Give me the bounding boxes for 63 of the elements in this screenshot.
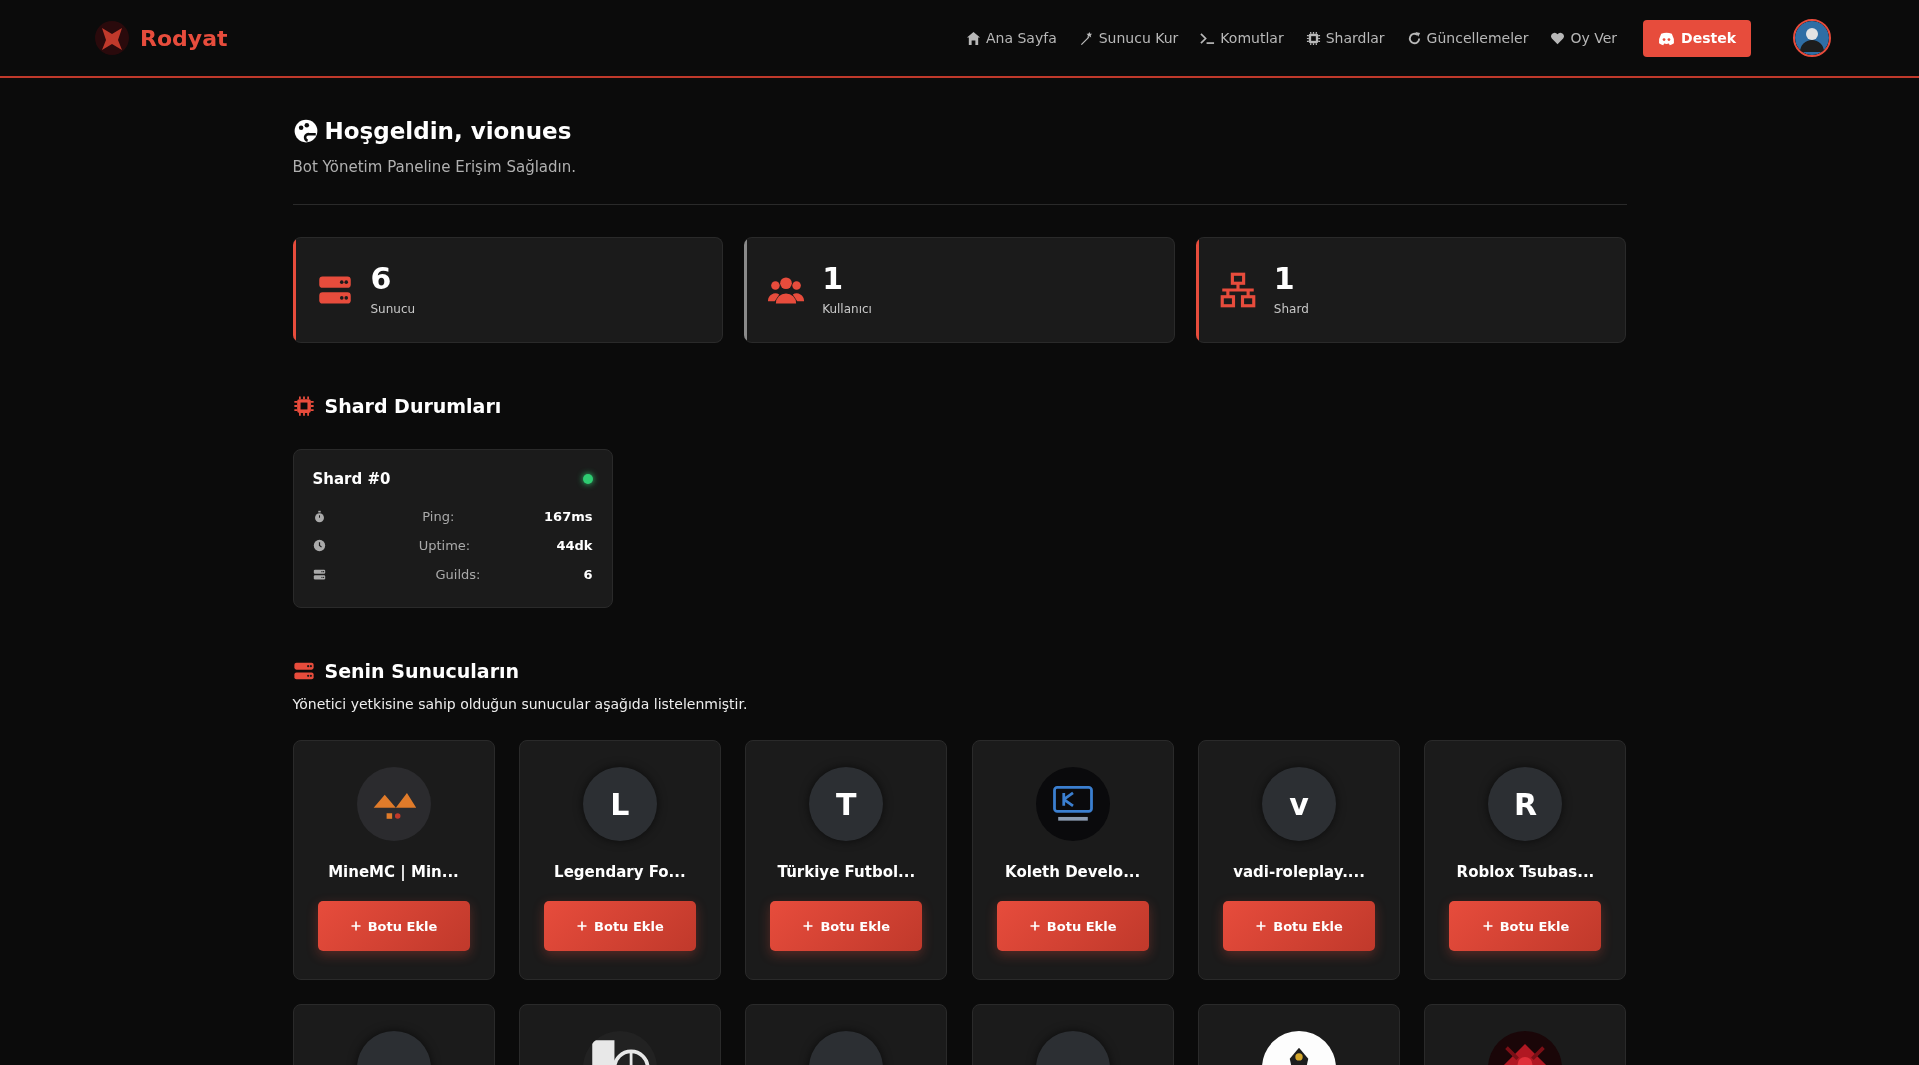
- plus-icon: [576, 920, 589, 932]
- plus-icon: [802, 920, 815, 932]
- add-bot-button[interactable]: Botu Ekle: [770, 901, 923, 951]
- stat-label: Guilds:: [434, 567, 482, 582]
- refresh-icon: [1406, 30, 1422, 46]
- stat-value: 1: [1273, 264, 1296, 294]
- stat-label: Sunucu: [370, 302, 416, 316]
- nav-link[interactable]: Güncellemeler: [1406, 30, 1529, 46]
- server-avatar: v: [1262, 767, 1337, 841]
- network-icon: [1219, 272, 1256, 308]
- server-icon: [292, 660, 315, 682]
- plus-icon: [1255, 920, 1268, 932]
- heart-icon: [1550, 30, 1566, 46]
- stat-label: Shard: [1273, 302, 1309, 316]
- section-description: Yönetici yetkisine sahip olduğun sunucular aşağıda listelenmiştir.: [292, 696, 749, 712]
- stat-label: Kullanıcı: [822, 302, 872, 316]
- nav-link[interactable]: Oy Ver: [1550, 30, 1618, 46]
- welcome-title: Hoşgeldin, vionues: [324, 118, 572, 144]
- brand-name[interactable]: Rodyat: [140, 25, 228, 51]
- section-title: Shard Durumları: [324, 395, 502, 417]
- plus-icon: [1028, 920, 1041, 932]
- home-icon: [965, 30, 981, 46]
- clock-icon: [312, 539, 326, 552]
- server-avatar: R: [1488, 767, 1563, 841]
- stat-value: 1: [822, 264, 845, 294]
- stat-value: 6: [370, 264, 393, 294]
- server-name: Roblox Tsubas...: [1456, 863, 1595, 881]
- add-bot-button[interactable]: Botu Ekle: [1223, 901, 1376, 951]
- server-avatar: L: [582, 767, 657, 841]
- nav-link[interactable]: Sunucu Kur: [1078, 30, 1179, 46]
- terminal-icon: [1200, 30, 1216, 46]
- avatar-icon[interactable]: [1793, 19, 1831, 57]
- add-bot-button[interactable]: Botu Ekle: [317, 901, 470, 951]
- nav-link[interactable]: Ana Sayfa: [965, 30, 1057, 46]
- nav-link[interactable]: Komutlar: [1200, 30, 1284, 46]
- plus-icon: [349, 920, 362, 932]
- server-icon: [312, 568, 326, 581]
- stat-label: Ping:: [421, 509, 456, 524]
- add-bot-button[interactable]: Botu Ekle: [543, 901, 696, 951]
- stat-value: 6: [583, 567, 593, 582]
- stopwatch-icon: [312, 510, 326, 523]
- nav-link[interactable]: Shardlar: [1305, 30, 1385, 46]
- add-bot-button[interactable]: Botu Ekle: [996, 901, 1149, 951]
- stat-value: 44dk: [556, 538, 593, 553]
- server-name: Legendary Fo...: [554, 863, 686, 881]
- magic-wand-icon: [1078, 30, 1094, 46]
- shard-name: Shard #0: [312, 470, 391, 488]
- chip-icon: [1305, 30, 1321, 46]
- stat-value: 167ms: [544, 509, 593, 524]
- stat-label: Uptime:: [417, 538, 472, 553]
- server-name: MineMC | Min...: [328, 863, 459, 881]
- server-name: Türkiye Futbol...: [777, 863, 916, 881]
- plus-icon: [1481, 920, 1494, 932]
- support-button[interactable]: Destek: [1643, 19, 1751, 57]
- add-bot-button[interactable]: Botu Ekle: [1449, 901, 1602, 951]
- logo-icon: [94, 20, 130, 56]
- welcome-subtitle: Bot Yönetim Paneline Erişim Sağladın.: [292, 158, 577, 176]
- server-name: Koleth Develo...: [1005, 863, 1141, 881]
- palette-icon: [292, 118, 319, 144]
- server-avatar: T: [809, 767, 884, 841]
- server-name: vadi-roleplay....: [1233, 863, 1365, 881]
- chip-icon: [292, 395, 315, 417]
- section-title: Senin Sunucuların: [324, 660, 520, 682]
